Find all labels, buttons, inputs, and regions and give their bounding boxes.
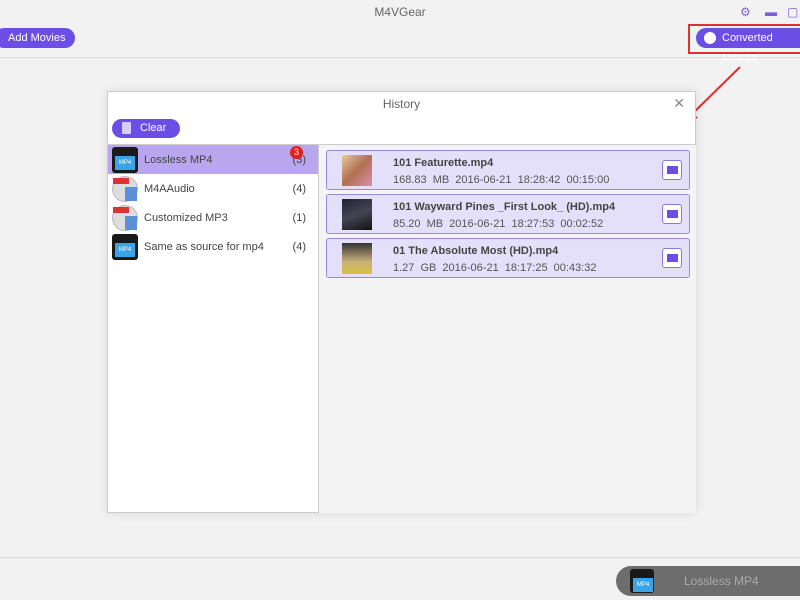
file-duration: 00:02:52 xyxy=(560,218,604,230)
minimize-icon[interactable]: ▬ xyxy=(765,5,777,19)
category-label: M4AAudio xyxy=(144,182,195,195)
trash-icon xyxy=(122,122,131,134)
thumbnail xyxy=(342,243,372,274)
audio-disc-icon xyxy=(112,204,138,231)
clear-button[interactable]: Clear xyxy=(112,119,180,138)
file-meta: 85.20 MB 2016-06-21 18:27:53 00:02:52 xyxy=(393,218,603,230)
file-date: 2016-06-21 xyxy=(455,174,512,186)
file-date: 2016-06-21 xyxy=(442,262,499,274)
file-item[interactable]: 01 The Absolute Most (HD).mp4 1.27 GB 20… xyxy=(326,238,690,278)
file-date: 2016-06-21 xyxy=(449,218,506,230)
video-clapper-icon xyxy=(112,146,138,173)
file-duration: 00:43:32 xyxy=(553,262,597,274)
highlight-box xyxy=(688,24,800,54)
video-clapper-icon xyxy=(630,569,654,593)
converted-file-list: 101 Featurette.mp4 168.83 MB 2016-06-21 … xyxy=(319,144,696,513)
file-meta: 168.83 MB 2016-06-21 18:28:42 00:15:00 xyxy=(393,174,609,186)
settings-gear-icon[interactable]: ⚙ xyxy=(740,5,751,19)
new-count-badge: 3 xyxy=(290,146,303,159)
file-time: 18:27:53 xyxy=(511,218,555,230)
clear-label: Clear xyxy=(140,122,167,134)
file-item[interactable]: 101 Featurette.mp4 168.83 MB 2016-06-21 … xyxy=(326,150,690,190)
dialog-title: History xyxy=(382,97,421,111)
history-dialog: History ✕ Clear Lossless MP4(3)3 M4AAudi… xyxy=(107,91,696,513)
file-name: 01 The Absolute Most (HD).mp4 xyxy=(393,245,559,257)
maximize-icon[interactable]: ▢ xyxy=(787,5,798,19)
category-count: (4) xyxy=(292,182,306,195)
file-duration: 00:15:00 xyxy=(566,174,610,186)
close-icon[interactable]: ✕ xyxy=(673,95,685,112)
window-title: M4VGear xyxy=(374,5,426,19)
file-time: 18:17:25 xyxy=(504,262,548,274)
category-item[interactable]: Lossless MP4(3)3 xyxy=(108,145,318,174)
thumbnail xyxy=(342,199,372,230)
category-list: Lossless MP4(3)3 M4AAudio (4) Customized … xyxy=(108,144,319,513)
output-format-selector[interactable]: Lossless MP4 xyxy=(616,566,800,596)
add-movies-button[interactable]: Add Movies xyxy=(0,28,76,48)
file-size: 1.27 GB xyxy=(393,262,437,274)
category-label: Customized MP3 xyxy=(144,211,228,224)
file-size: 168.83 MB xyxy=(393,174,450,186)
category-count: (1) xyxy=(292,211,306,224)
category-label: Same as source for mp4 xyxy=(144,240,264,253)
category-count: (4) xyxy=(292,240,306,253)
open-folder-icon[interactable] xyxy=(662,160,682,180)
file-name: 101 Featurette.mp4 xyxy=(393,157,494,169)
file-name: 101 Wayward Pines _First Look_ (HD).mp4 xyxy=(393,201,616,213)
audio-disc-icon xyxy=(112,175,138,202)
toolbar-divider xyxy=(0,57,800,58)
category-label: Lossless MP4 xyxy=(144,153,213,166)
open-folder-icon[interactable] xyxy=(662,204,682,224)
category-item[interactable]: Customized MP3 (1) xyxy=(108,203,318,232)
add-movies-label: Add Movies xyxy=(8,32,66,44)
output-format-label: Lossless MP4 xyxy=(684,574,759,588)
file-item[interactable]: 101 Wayward Pines _First Look_ (HD).mp4 … xyxy=(326,194,690,234)
file-time: 18:28:42 xyxy=(517,174,561,186)
category-item[interactable]: M4AAudio (4) xyxy=(108,174,318,203)
thumbnail xyxy=(342,155,372,186)
file-size: 85.20 MB xyxy=(393,218,444,230)
video-clapper-icon xyxy=(112,233,138,260)
category-item[interactable]: Same as source for mp4 (4) xyxy=(108,232,318,261)
file-meta: 1.27 GB 2016-06-21 18:17:25 00:43:32 xyxy=(393,262,596,274)
open-folder-icon[interactable] xyxy=(662,248,682,268)
